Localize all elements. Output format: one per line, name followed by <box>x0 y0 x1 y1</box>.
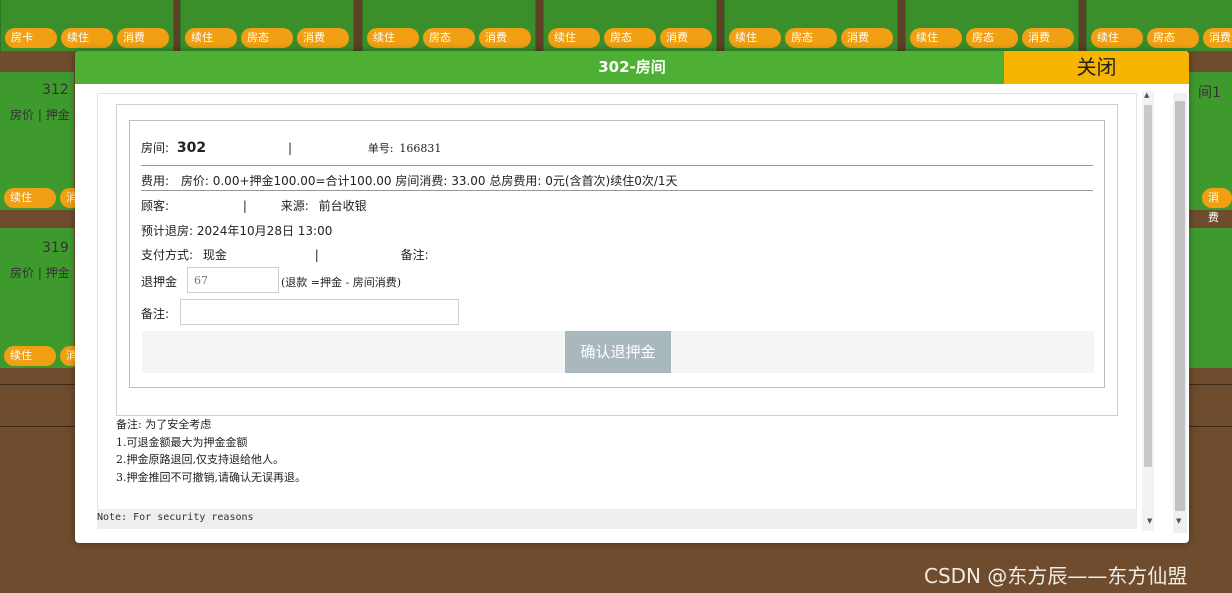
footer-note: Note: For security reasons <box>97 509 1137 529</box>
outer-scrollbar[interactable]: ▼ <box>1173 93 1187 533</box>
room-card-button[interactable]: 续住 <box>4 188 56 208</box>
remark-label: 备注: <box>141 307 170 321</box>
room-price: 房价 | 押金 <box>10 108 70 122</box>
room-value: 302 <box>176 140 207 156</box>
room-card-button[interactable]: 房态 <box>785 28 837 48</box>
room-card[interactable]: 房卡 续住 消费 <box>0 0 174 52</box>
payment-value: 现金 <box>202 248 227 262</box>
room-card-button[interactable]: 房卡 <box>5 28 57 48</box>
note-line: 3.押金推回不可撤销,请确认无误再退。 <box>116 470 306 484</box>
room-card[interactable]: 312 房价 | 押金 续住 消费 <box>0 72 112 210</box>
refund-label: 退押金 <box>141 275 178 289</box>
room-number: 319 <box>42 240 69 256</box>
room-card[interactable]: 续住 房态 消费 <box>1086 0 1232 52</box>
room-card[interactable]: 319 房价 | 押金 续住 消费 <box>0 228 112 368</box>
room-card-button[interactable]: 续住 <box>910 28 962 48</box>
note-line: 1.可退金额最大为押金金额 <box>116 435 248 449</box>
refund-formula: (退款 =押金 - 房间消费) <box>281 276 402 289</box>
room-card-button[interactable]: 续住 <box>1091 28 1143 48</box>
room-card-button[interactable]: 消费 <box>1022 28 1074 48</box>
form-inner-panel: 房间: 302 | 单号: 166831 费用: 房价: 0.00+押金100.… <box>129 120 1105 388</box>
room-card-button[interactable]: 消费 <box>297 28 349 48</box>
room-card-button[interactable]: 续住 <box>185 28 237 48</box>
fee-detail: 房价: 0.00+押金100.00=合计100.00 房间消费: 33.00 总… <box>180 174 678 188</box>
refund-amount-input[interactable] <box>187 267 279 293</box>
watermark: CSDN @东方辰——东方仙盟 <box>924 564 1188 588</box>
room-card-button[interactable]: 消费 <box>660 28 712 48</box>
scroll-down-icon[interactable]: ▼ <box>1147 517 1152 525</box>
note-line: 2.押金原路退回,仅支持退给他人。 <box>116 453 284 466</box>
source-value: 前台收银 <box>318 199 367 213</box>
divider <box>141 190 1093 191</box>
source-label: 来源: <box>280 199 309 213</box>
room-card-button[interactable]: 消费 <box>479 28 531 48</box>
order-label: 单号: <box>367 142 394 155</box>
room-price: 房价 | 押金 <box>10 266 70 280</box>
scroll-thumb[interactable] <box>1144 105 1152 467</box>
room-card[interactable] <box>1188 228 1232 368</box>
refund-deposit-dialog: 302-房间 关闭 房间: 302 | 单号: 166831 费用: 房价: 0… <box>75 51 1189 543</box>
confirm-refund-button[interactable]: 确认退押金 <box>565 331 671 373</box>
field-separator: | <box>242 199 247 213</box>
room-card-button[interactable]: 续住 <box>61 28 113 48</box>
room-card-button[interactable]: 房态 <box>604 28 656 48</box>
payment-row: 支付方式: 现金 | 备注: <box>141 246 429 263</box>
room-row: 房间: 302 | 单号: 166831 <box>141 139 441 156</box>
scroll-down-icon[interactable]: ▼ <box>1176 517 1181 525</box>
dialog-header <box>75 51 1004 84</box>
room-card-button[interactable]: 续住 <box>548 28 600 48</box>
room-card-button[interactable]: 续住 <box>367 28 419 48</box>
room-number: 312 <box>42 82 69 98</box>
room-card-button[interactable]: 续住 <box>4 346 56 366</box>
room-label: 房间: <box>141 141 170 155</box>
notes-list: 备注: 为了安全考虑 1.可退金额最大为押金金额 2.押金原路退回,仅支持退给他… <box>116 416 306 486</box>
room-card-button[interactable]: 房态 <box>241 28 293 48</box>
payment-remark-label: 备注: <box>400 248 429 262</box>
action-bar: 确认退押金 <box>142 331 1094 373</box>
room-card-button[interactable]: 消费 <box>117 28 169 48</box>
divider <box>141 165 1093 166</box>
guest-row: 顾客: | 来源: 前台收银 <box>141 197 367 214</box>
room-card[interactable]: 续住 房态 消费 <box>724 0 898 52</box>
room-card[interactable]: 间1 消费 <box>1188 72 1232 224</box>
checkout-row: 预计退房: 2024年10月28日 13:00 <box>141 222 332 239</box>
payment-label: 支付方式: <box>141 248 194 262</box>
fee-label: 费用: <box>141 174 170 188</box>
dialog-body: 房间: 302 | 单号: 166831 费用: 房价: 0.00+押金100.… <box>97 93 1137 511</box>
field-separator: | <box>287 141 292 155</box>
inner-scrollbar[interactable]: ▲ <box>1142 91 1154 531</box>
fee-row: 费用: 房价: 0.00+押金100.00=合计100.00 房间消费: 33.… <box>141 172 678 189</box>
field-separator: | <box>314 248 319 262</box>
checkout-value: 2024年10月28日 13:00 <box>196 224 333 238</box>
room-card-button[interactable]: 房态 <box>966 28 1018 48</box>
remark-input[interactable] <box>180 299 459 325</box>
room-card[interactable]: 续住 房态 消费 <box>180 0 354 52</box>
room-number: 间1 <box>1198 85 1221 101</box>
checkout-label: 预计退房: <box>141 224 194 238</box>
room-card-button[interactable]: 房态 <box>423 28 475 48</box>
room-card-button[interactable]: 房态 <box>1147 28 1199 48</box>
close-button[interactable]: 关闭 <box>1004 51 1189 84</box>
scroll-thumb[interactable] <box>1175 101 1185 511</box>
room-card-button[interactable]: 消费 <box>1203 28 1232 48</box>
room-card-button[interactable]: 消费 <box>841 28 893 48</box>
guest-label: 顾客: <box>141 199 170 213</box>
room-card-button[interactable]: 消费 <box>1202 188 1232 224</box>
form-panel: 房间: 302 | 单号: 166831 费用: 房价: 0.00+押金100.… <box>116 104 1118 416</box>
room-card-button[interactable]: 续住 <box>729 28 781 48</box>
note-line: 备注: 为了安全考虑 <box>116 418 212 431</box>
order-number: 166831 <box>399 142 442 155</box>
room-card[interactable]: 续住 房态 消费 <box>362 0 536 52</box>
scroll-up-icon[interactable]: ▲ <box>1144 91 1149 99</box>
room-card[interactable]: 续住 房态 消费 <box>543 0 717 52</box>
room-card[interactable]: 续住 房态 消费 <box>905 0 1079 52</box>
